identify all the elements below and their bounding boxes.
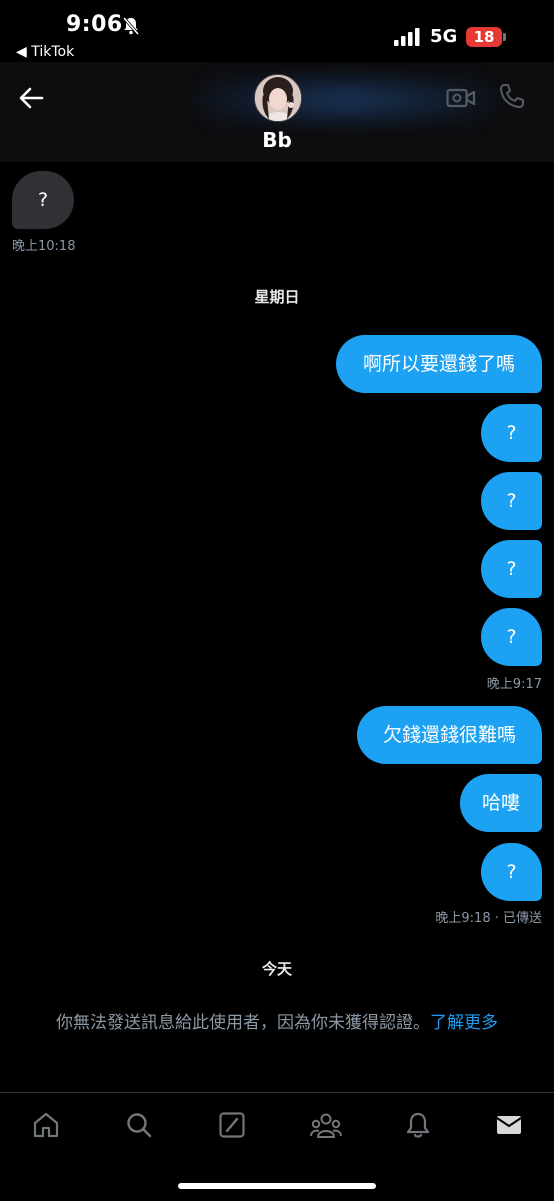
cannot-message-notice: 你無法發送訊息給此使用者，因為你未獲得認證。了解更多 <box>0 1008 554 1033</box>
message-bubble-outgoing[interactable]: ? <box>481 540 542 598</box>
message-bubble-outgoing[interactable]: 欠錢還錢很難嗎 <box>357 706 542 764</box>
battery-icon: 18 <box>466 27 502 47</box>
date-divider: 今天 <box>261 960 292 978</box>
communities-icon[interactable] <box>310 1111 342 1139</box>
message-status: 晚上9:18 · 已傳送 <box>435 911 542 926</box>
contact-name: Bb <box>262 128 292 152</box>
phone-call-icon[interactable] <box>498 82 526 110</box>
video-call-icon[interactable] <box>446 86 476 110</box>
grok-icon[interactable] <box>218 1111 246 1139</box>
avatar[interactable] <box>254 74 302 122</box>
notice-text: 你無法發送訊息給此使用者，因為你未獲得認證。 <box>56 1013 430 1033</box>
bell-muted-icon <box>122 17 140 35</box>
network-type: 5G <box>430 26 458 47</box>
conversation-header: Bb <box>0 62 554 162</box>
message-bubble-outgoing[interactable]: ? <box>481 472 542 530</box>
avatar-photo <box>255 75 301 121</box>
message-timestamp: 晚上10:18 <box>12 239 76 254</box>
messages-icon[interactable] <box>495 1111 523 1139</box>
message-timestamp: 晚上9:17 <box>486 677 542 692</box>
home-indicator <box>178 1183 376 1189</box>
search-icon[interactable] <box>125 1111 153 1139</box>
message-bubble-outgoing[interactable]: 啊所以要還錢了嗎 <box>336 335 542 393</box>
cellular-signal-icon <box>394 28 420 46</box>
status-time: 9:06 <box>66 12 123 37</box>
status-bar: 9:06 ◀ TikTok 5G 18 <box>0 0 554 62</box>
back-arrow-icon[interactable] <box>16 82 48 114</box>
back-to-app-link[interactable]: ◀ TikTok <box>16 44 74 60</box>
message-bubble-outgoing[interactable]: ? <box>481 608 542 666</box>
message-bubble-incoming[interactable]: ? <box>12 171 74 229</box>
message-bubble-outgoing[interactable]: ? <box>481 404 542 462</box>
message-bubble-outgoing[interactable]: ? <box>481 843 542 901</box>
learn-more-link[interactable]: 了解更多 <box>430 1013 498 1033</box>
notifications-icon[interactable] <box>404 1111 432 1139</box>
battery-tip <box>503 33 506 41</box>
battery-level: 18 <box>473 28 495 46</box>
home-icon[interactable] <box>32 1111 60 1139</box>
date-divider: 星期日 <box>254 288 300 306</box>
message-bubble-outgoing[interactable]: 哈嘍 <box>460 774 542 832</box>
